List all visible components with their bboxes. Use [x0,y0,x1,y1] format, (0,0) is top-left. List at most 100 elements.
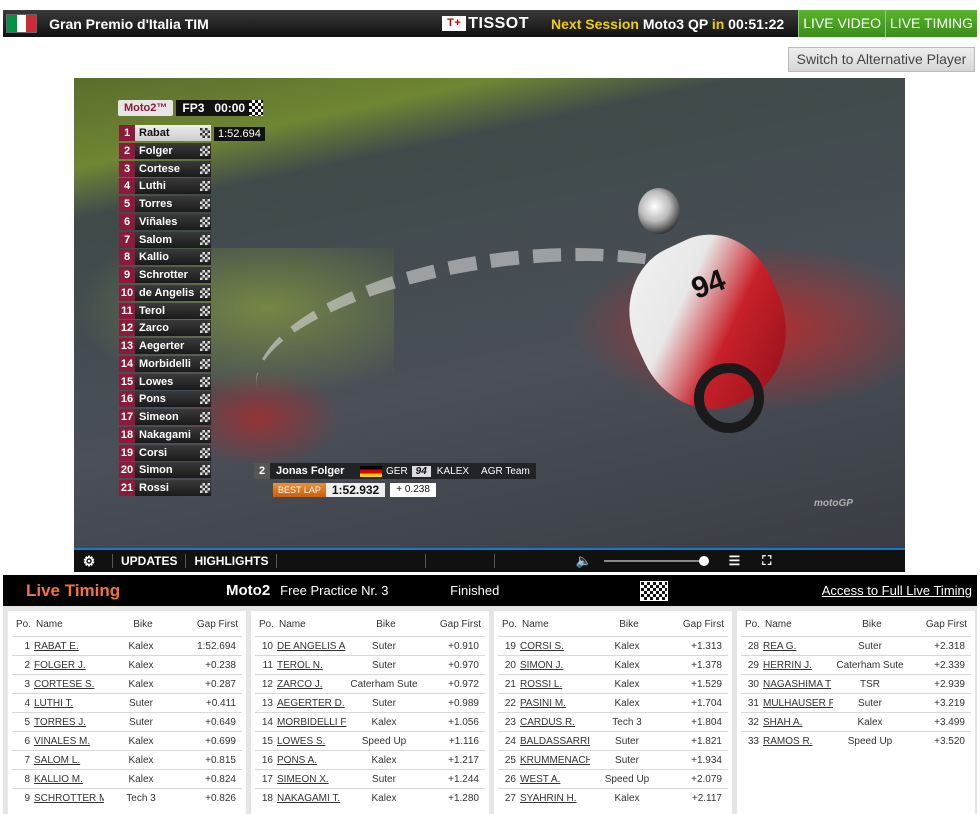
timing-row: 6 VIÑALES M. Kalex +0.699 [12,731,242,750]
rider-bike: Kalex [128,735,154,747]
header-bike: Bike [619,619,639,630]
timing-row: 15 LOWES S. Speed Up +1.116 [255,731,485,750]
rider-gap: +0.238 [205,659,236,671]
overlay-clock: 00:00 [210,100,250,116]
overlay-standing-pos: 4 [119,178,135,195]
overlay-standing-name: Torres [135,196,211,212]
rider-name-link[interactable]: NAGASHIMA T [763,679,833,690]
rider-name-link[interactable]: PONS A. [277,755,347,766]
live-video-button[interactable]: LIVE VIDEO [798,10,886,37]
overlay-standing-name: Viñales [135,213,211,230]
timing-row: 7 SALOM L. Kalex +0.815 [12,750,242,769]
playlist-icon[interactable]: ☰ [729,553,741,569]
timing-session: Free Practice Nr. 3 [280,583,389,598]
header-bike: Bike [133,619,153,630]
rider-gap: +2.117 [691,792,722,804]
header-name: Name [36,619,63,630]
switch-alt-player-button[interactable]: Switch to Alternative Player [788,47,975,72]
rider-bike: Suter [372,640,396,652]
rider-name-link[interactable]: CORSI S. [520,641,590,652]
rider-name-link[interactable]: TORRES J. [34,717,104,728]
rider-pos: 28 [747,640,759,652]
rider-name-link[interactable]: NAKAGAMI T. [277,793,347,804]
overlay-standing-pos: 19 [119,444,135,461]
rider-name-link[interactable]: SALOM L. [34,755,104,766]
rider-bike: Kalex [128,659,154,671]
rider-bike: Tech 3 [126,792,156,804]
overlay-standing-name: Schrotter [135,267,211,283]
rider-pos: 23 [504,716,516,728]
rider-name-link[interactable]: SCHROTTER M [34,793,104,804]
rider-gap: +1.529 [691,678,722,690]
overlay-standing-row: 13 Aegerter [119,338,211,354]
rider-card-name: Jonas Folger [276,465,345,477]
rider-name-link[interactable]: HERRIN J. [763,660,833,671]
rider-name-link[interactable]: SIMEON X. [277,774,347,785]
live-timing-button[interactable]: LIVE TIMING [885,10,977,37]
overlay-standing-pos: 12 [119,320,135,337]
overlay-standing-row: 8 Kallio [119,249,211,266]
timing-row: 32 SHAH A. Kalex +3.499 [741,712,971,731]
rider-bike: Kalex [614,792,640,804]
rider-name-link[interactable]: VIÑALES M. [34,736,104,747]
volume-icon[interactable]: 🔈 [575,553,591,569]
video-player[interactable]: 94 Moto2™ FP3 00:00 1 Rabat 2 Folger 3 Cortes… [74,78,905,548]
rider-name-link[interactable]: FOLGER J. [34,660,104,671]
rider-name-link[interactable]: SYAHRIN H. [520,793,590,804]
overlay-standing-row: 14 Morbidelli [119,355,211,372]
rider-name-link[interactable]: RAMOS R. [763,736,833,747]
rider-name-link[interactable]: AEGERTER D. [277,698,347,709]
overlay-standing-pos: 3 [119,160,135,177]
rider-name-link[interactable]: PASINI M. [520,698,590,709]
rider-gap: +3.219 [934,697,965,709]
overlay-standing-pos: 18 [119,426,135,443]
rider-gap: +1.313 [691,640,722,652]
rider-name-link[interactable]: DE ANGELIS A [277,641,347,652]
rider-pos: 11 [262,659,273,671]
rider-name-link[interactable]: LOWES S. [277,736,347,747]
fullscreen-icon[interactable]: ⛶ [762,553,771,569]
overlay-standing-pos: 11 [119,302,135,319]
gear-icon[interactable]: ⚙ [74,553,104,570]
overlay-standing-pos: 16 [119,391,135,408]
rider-name-link[interactable]: ZARCO J. [277,679,347,690]
rider-pos: 24 [504,735,516,747]
header-pos: Po. [259,619,275,630]
timing-row: 8 KALLIO M. Kalex +0.824 [12,769,242,788]
rider-pos: 7 [24,754,30,766]
rider-name-link[interactable]: MORBIDELLI F [277,717,347,728]
rider-bike: Suter [615,735,639,747]
rider-name-link[interactable]: REA G. [763,641,833,652]
rider-bike: Speed Up [847,735,893,747]
timing-row: 33 RAMOS R. Speed Up +3.520 [741,731,971,750]
rider-name-link[interactable]: MULHAUSER F [763,698,833,709]
rider-name-link[interactable]: KALLIO M. [34,774,104,785]
rider-gap: +2.339 [934,659,965,671]
rider-name-link[interactable]: SHAH A. [763,717,833,728]
header-pos: Po. [745,619,761,630]
rider-pos: 30 [747,678,759,690]
highlights-button[interactable]: HIGHLIGHTS [194,554,268,568]
rider-name-link[interactable]: LUTHI T. [34,698,104,709]
volume-slider[interactable] [603,556,709,566]
full-live-timing-link[interactable]: Access to Full Live Timing [822,583,972,598]
rider-bike: Kalex [857,716,883,728]
rider-pos: 3 [24,678,30,690]
rider-name-link[interactable]: BALDASSARRI [520,736,590,747]
volume-slider-knob[interactable] [698,556,709,566]
rider-name-link[interactable]: KRUMMENACH [520,755,590,766]
timing-row: 19 CORSI S. Kalex +1.313 [498,636,728,655]
rider-name-link[interactable]: SIMON J. [520,660,590,671]
top-bar: Gran Premio d'Italia TIM T+ TISSOT Next … [3,10,977,37]
timing-row: 17 SIMEON X. Suter +1.244 [255,769,485,788]
updates-button[interactable]: UPDATES [121,554,177,568]
rider-name-link[interactable]: CARDUS R. [520,717,590,728]
rider-name-link[interactable]: CORTESE S. [34,679,104,690]
overlay-standing-name: Terol [135,302,211,319]
rider-bike: Kalex [128,773,154,785]
rider-name-link[interactable]: ROSSI L. [520,679,590,690]
tissot-mark: T+ [442,16,467,31]
rider-name-link[interactable]: TEROL N. [277,660,347,671]
rider-name-link[interactable]: WEST A. [520,774,590,785]
rider-name-link[interactable]: RABAT E. [34,641,104,652]
